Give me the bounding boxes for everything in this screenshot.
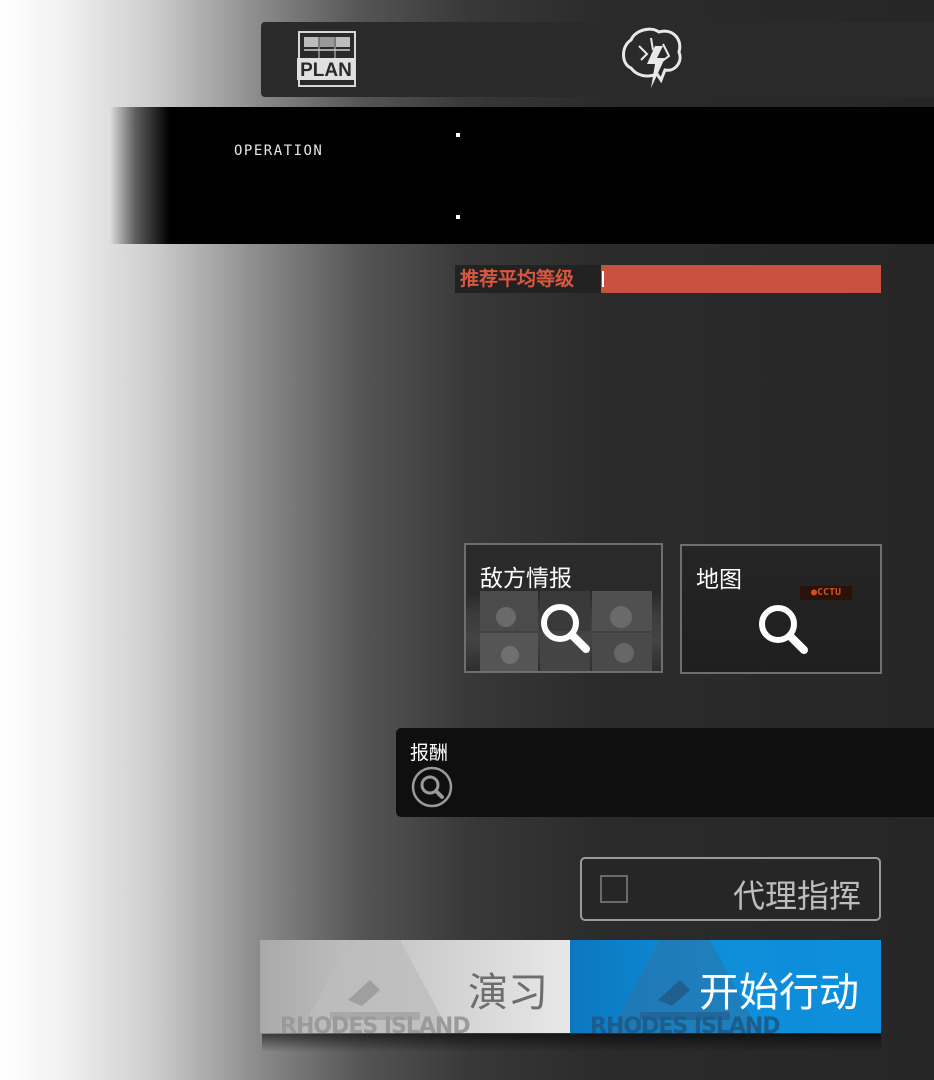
plan-icon-text: PLAN [300,60,352,81]
practice-bg-text: RHODES ISLAND [280,1014,471,1033]
magnifier-icon [538,601,592,655]
magnifier-icon [756,602,810,656]
recommended-level-label: 推荐平均等级 [455,265,601,293]
magnifier-circle-icon[interactable] [411,766,453,808]
proxy-command-checkbox[interactable] [600,875,628,903]
enemy-intel-card[interactable]: 敌方情报 [464,543,663,673]
plan-board-icon[interactable]: PLAN [295,30,359,88]
level-separator [602,271,604,287]
top-tab-bar: PLAN [261,22,934,97]
marker-dot [456,133,460,137]
map-card[interactable]: 地图 ●CCTU [680,544,882,674]
practice-button[interactable]: RHODES ISLAND 演习 [260,940,570,1033]
operation-label: OPERATION [234,143,324,159]
start-operation-label: 开始行动 [699,970,859,1016]
proxy-command-toggle[interactable]: 代理指挥 [580,857,881,921]
start-operation-button[interactable]: RHODES ISLAND 开始行动 [570,940,881,1033]
map-title: 地图 [696,567,742,593]
marker-dot [456,215,460,219]
proxy-command-label: 代理指挥 [732,877,861,915]
brain-lightning-icon[interactable] [617,26,687,92]
reward-panel[interactable]: 报酬 [396,728,934,817]
reward-label: 报酬 [410,742,449,764]
cctv-badge: ●CCTU [800,586,852,600]
practice-label: 演习 [468,970,548,1016]
enemy-intel-title: 敌方情报 [480,566,572,592]
button-shadow [262,1034,881,1052]
recommended-level-bar: 推荐平均等级 [455,265,881,293]
operation-band: OPERATION [0,107,934,244]
